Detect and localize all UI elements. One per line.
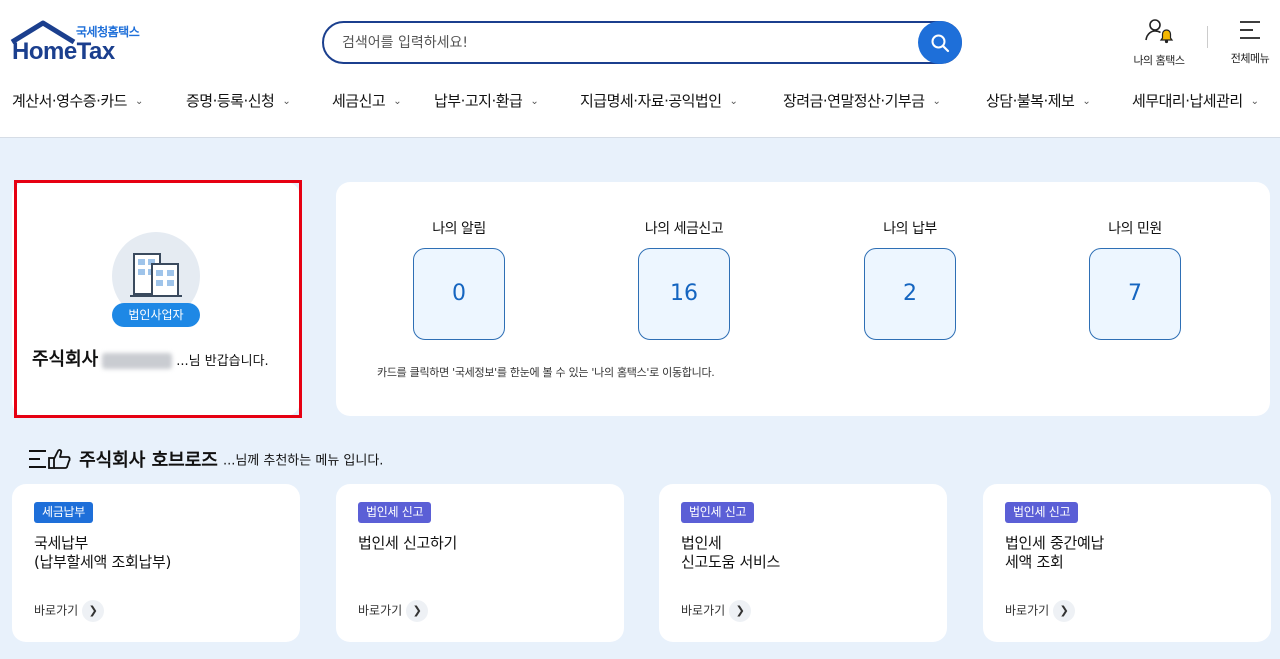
all-menu-label: 전체메뉴 [1230, 52, 1270, 65]
shortcut-label: 바로가기 [681, 603, 726, 618]
hamburger-menu-icon [1240, 21, 1260, 39]
menu-card-title: 법인세 중간예납 세액 조회 [1005, 534, 1104, 571]
shortcut-link[interactable]: 바로가기 ❯ [1005, 600, 1076, 622]
nav-item-payment[interactable]: 납부·고지·환급 ⌄ [434, 90, 539, 111]
recommend-suffix: ...님께 추천하는 메뉴 입니다. [222, 453, 384, 469]
stat-title: 나의 알림 [432, 221, 486, 237]
menu-card-title: 법인세 신고도움 서비스 [681, 534, 780, 571]
chevron-down-icon: ⌄ [932, 96, 941, 107]
menu-card-filing-help[interactable]: 법인세 신고 법인세 신고도움 서비스 바로가기 ❯ [659, 484, 947, 642]
menu-card-tax-payment[interactable]: 세금납부 국세납부 (납부할세액 조회납부) 바로가기 ❯ [12, 484, 300, 642]
chevron-down-icon: ⌄ [393, 96, 402, 107]
stat-title: 나의 세금신고 [644, 221, 724, 237]
chevron-right-icon: ❯ [82, 600, 105, 622]
recommend-heading: 주식회사 호브로즈 ...님께 추천하는 메뉴 입니다. [28, 446, 383, 472]
greeting-suffix: ...님 반갑습니다. [176, 354, 269, 369]
menu-card-title: 법인세 신고하기 [358, 534, 457, 552]
hometax-logo[interactable]: 국세청홈택스 HomeTax [10, 18, 150, 68]
category-badge: 법인세 신고 [681, 502, 755, 523]
search-input[interactable] [342, 32, 902, 54]
stat-card-civil-petitions[interactable]: 7 [1089, 248, 1181, 340]
menu-card-title: 국세납부 (납부할세액 조회납부) [34, 534, 172, 571]
nav-item-label: 납부·고지·환급 [434, 92, 523, 110]
chevron-down-icon: ⌄ [1250, 96, 1259, 107]
shortcut-link[interactable]: 바로가기 ❯ [34, 600, 105, 622]
all-menu-button[interactable]: 전체메뉴 [1222, 18, 1278, 66]
category-badge: 법인세 신고 [358, 502, 432, 523]
nav-item-tax-filing[interactable]: 세금신고 ⌄ [332, 90, 402, 111]
shortcut-label: 바로가기 [34, 603, 79, 618]
category-badge: 세금납부 [34, 502, 93, 523]
chevron-down-icon: ⌄ [134, 96, 143, 107]
my-hometax-summary: 나의 알림 0 나의 세금신고 16 나의 납부 2 나의 민원 7 카드를 클… [336, 182, 1270, 416]
nav-item-label: 상담·불복·제보 [986, 92, 1075, 110]
nav-item-tax-agent[interactable]: 세무대리·납세관리 ⌄ [1132, 90, 1259, 111]
profile-card: 법인사업자 주식회사 ...님 반갑습니다. [12, 182, 300, 416]
search-box [322, 21, 962, 64]
shortcut-label: 바로가기 [358, 603, 403, 618]
chevron-down-icon: ⌄ [282, 96, 291, 107]
nav-item-label: 증명·등록·신청 [186, 92, 275, 110]
business-type-badge: 법인사업자 [112, 303, 200, 327]
nav-item-label: 지급명세·자료·공익법인 [580, 92, 722, 110]
recommend-company: 주식회사 호브로즈 [79, 450, 218, 471]
shortcut-link[interactable]: 바로가기 ❯ [681, 600, 752, 622]
chevron-down-icon: ⌄ [1082, 96, 1091, 107]
chevron-right-icon: ❯ [406, 600, 429, 622]
stat-title: 나의 납부 [883, 221, 937, 237]
nav-item-incentives[interactable]: 장려금·연말정산·기부금 ⌄ [783, 90, 941, 111]
nav-item-consulting[interactable]: 상담·불복·제보 ⌄ [986, 90, 1091, 111]
chevron-right-icon: ❯ [1053, 600, 1076, 622]
search-button[interactable] [918, 21, 962, 64]
user-bell-icon [1145, 19, 1174, 44]
stat-payment: 나의 납부 2 [830, 218, 990, 340]
chevron-down-icon: ⌄ [729, 96, 738, 107]
stat-card-notifications[interactable]: 0 [413, 248, 505, 340]
header-divider [1207, 26, 1208, 48]
shortcut-label: 바로가기 [1005, 603, 1050, 618]
nav-item-receipts[interactable]: 계산서·영수증·카드 ⌄ [12, 90, 143, 111]
stat-civil-petitions: 나의 민원 7 [1055, 218, 1215, 340]
header: 국세청홈택스 HomeTax 나의 홈택스 전체메뉴 계산서·영수증·카드 ⌄ [0, 0, 1280, 138]
my-hometax-button[interactable]: 나의 홈택스 [1124, 18, 1194, 68]
stat-tax-filing: 나의 세금신고 16 [604, 218, 764, 340]
nav-item-statements[interactable]: 지급명세·자료·공익법인 ⌄ [580, 90, 738, 111]
shortcut-link[interactable]: 바로가기 ❯ [358, 600, 429, 622]
nav-item-label: 장려금·연말정산·기부금 [783, 92, 925, 110]
menu-card-corporate-tax-filing[interactable]: 법인세 신고 법인세 신고하기 바로가기 ❯ [336, 484, 624, 642]
company-name: 주식회사 [32, 349, 99, 370]
greeting: 주식회사 ...님 반갑습니다. [32, 345, 302, 371]
menu-card-interim-prepayment[interactable]: 법인세 신고 법인세 중간예납 세액 조회 바로가기 ❯ [983, 484, 1271, 642]
stat-notifications: 나의 알림 0 [379, 218, 539, 340]
main-navigation: 계산서·영수증·카드 ⌄ 증명·등록·신청 ⌄ 세금신고 ⌄ 납부·고지·환급 ⌄ 지급… [0, 90, 1280, 114]
redacted-name [102, 352, 173, 369]
nav-item-label: 세무대리·납세관리 [1132, 92, 1243, 110]
logo-title: HomeTax [12, 38, 115, 65]
stat-title: 나의 민원 [1108, 221, 1162, 237]
chevron-right-icon: ❯ [729, 600, 752, 622]
thumbs-up-list-icon [29, 449, 71, 469]
stat-card-payment[interactable]: 2 [864, 248, 956, 340]
search-icon [931, 34, 950, 52]
chevron-down-icon: ⌄ [530, 96, 539, 107]
stat-card-tax-filing[interactable]: 16 [638, 248, 730, 340]
stats-note: 카드를 클릭하면 '국세정보'를 한눈에 볼 수 있는 '나의 홈택스'로 이동… [377, 366, 715, 379]
my-hometax-label: 나의 홈택스 [1133, 54, 1185, 67]
nav-item-label: 계산서·영수증·카드 [12, 92, 127, 110]
category-badge: 법인세 신고 [1005, 502, 1079, 523]
nav-item-label: 세금신고 [332, 92, 386, 110]
nav-item-certificates[interactable]: 증명·등록·신청 ⌄ [186, 90, 291, 111]
